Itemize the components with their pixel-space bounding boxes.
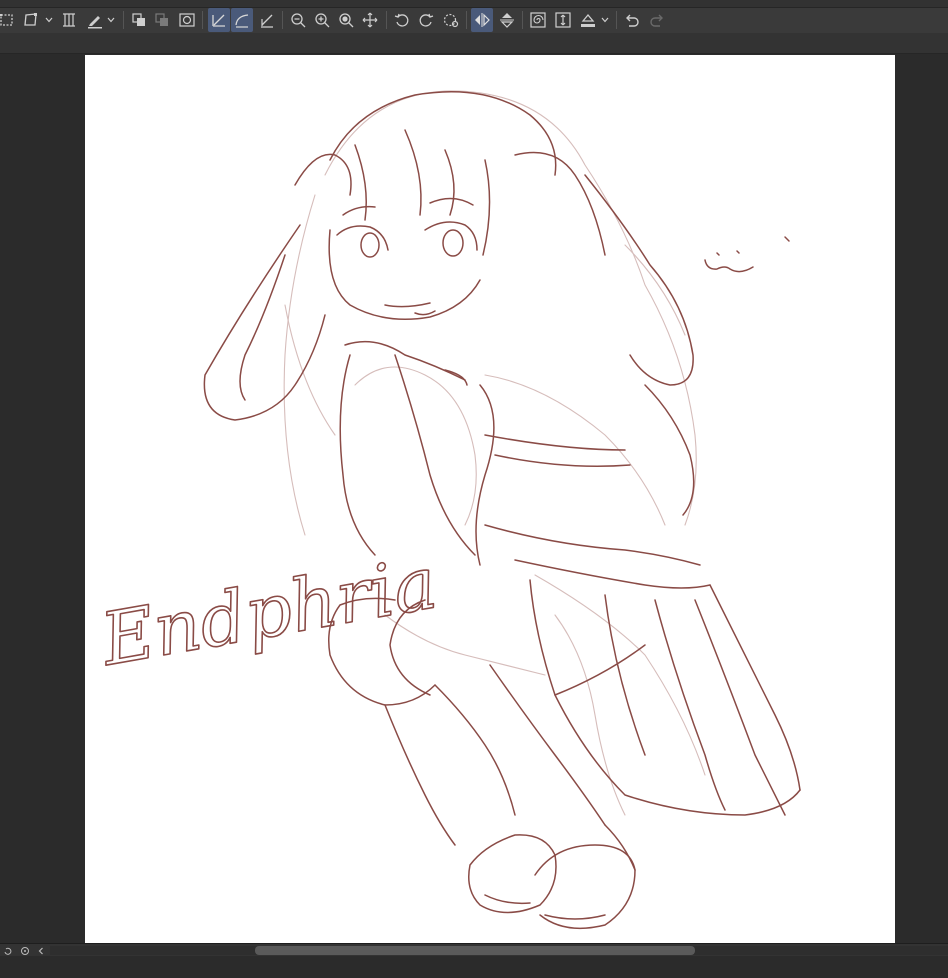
chevron-down-icon[interactable] <box>106 8 116 32</box>
zoom-out-icon[interactable] <box>287 8 309 32</box>
snap-ruler-icon[interactable] <box>208 8 230 32</box>
free-transform-icon[interactable] <box>20 8 42 32</box>
pen-icon[interactable] <box>84 8 106 32</box>
flip-vertical-icon[interactable] <box>496 8 518 32</box>
drawing-canvas[interactable]: Endphria <box>85 55 895 943</box>
flip-horizontal-icon[interactable] <box>471 8 493 32</box>
toolbar-separator <box>386 11 387 29</box>
copy-layer-icon[interactable] <box>128 8 150 32</box>
svg-text:Endphria: Endphria <box>93 540 442 682</box>
line-art-layer <box>203 91 801 930</box>
mesh-transform-icon[interactable] <box>58 8 80 32</box>
toolbar-separator <box>282 11 283 29</box>
toolbar-separator <box>123 11 124 29</box>
signature-text: Endphria <box>93 540 444 683</box>
canvas-tab-bar <box>0 33 948 54</box>
zoom-fit-icon[interactable] <box>335 8 357 32</box>
spiral-icon[interactable] <box>527 8 549 32</box>
toolbar-separator <box>466 11 467 29</box>
chevron-down-icon[interactable] <box>600 8 610 32</box>
toolbar-separator <box>616 11 617 29</box>
rotate-right-icon[interactable] <box>415 8 437 32</box>
zoom-in-icon[interactable] <box>311 8 333 32</box>
chevron-down-icon[interactable] <box>44 8 54 32</box>
horizontal-scrollbar[interactable] <box>50 946 948 955</box>
undo-icon[interactable] <box>621 8 643 32</box>
title-strip <box>0 0 948 8</box>
snap-curve-icon[interactable] <box>231 8 253 32</box>
paste-layer-icon[interactable] <box>151 8 173 32</box>
rough-sketch-layer <box>283 90 706 816</box>
clip-studio-window: Endphria <box>0 0 948 978</box>
fit-frame-icon[interactable] <box>552 8 574 32</box>
canvas-workspace[interactable]: Endphria <box>0 54 948 943</box>
rect-select-icon[interactable] <box>0 8 18 32</box>
sketch-artwork: Endphria <box>93 90 801 930</box>
special-ruler-icon[interactable] <box>256 8 278 32</box>
command-bar-row <box>0 8 948 32</box>
bucket-icon[interactable] <box>577 8 599 32</box>
scrollbar-thumb[interactable] <box>255 946 695 955</box>
layer-frame-icon[interactable] <box>176 8 198 32</box>
status-bar <box>0 956 948 978</box>
canvas-footer-bar <box>0 943 948 956</box>
rotate-reset-icon[interactable] <box>440 8 462 32</box>
rotate-left-icon[interactable] <box>391 8 413 32</box>
toolbar-separator <box>202 11 203 29</box>
move-view-icon[interactable] <box>359 8 381 32</box>
redo-icon[interactable] <box>646 8 668 32</box>
toolbar-separator <box>522 11 523 29</box>
